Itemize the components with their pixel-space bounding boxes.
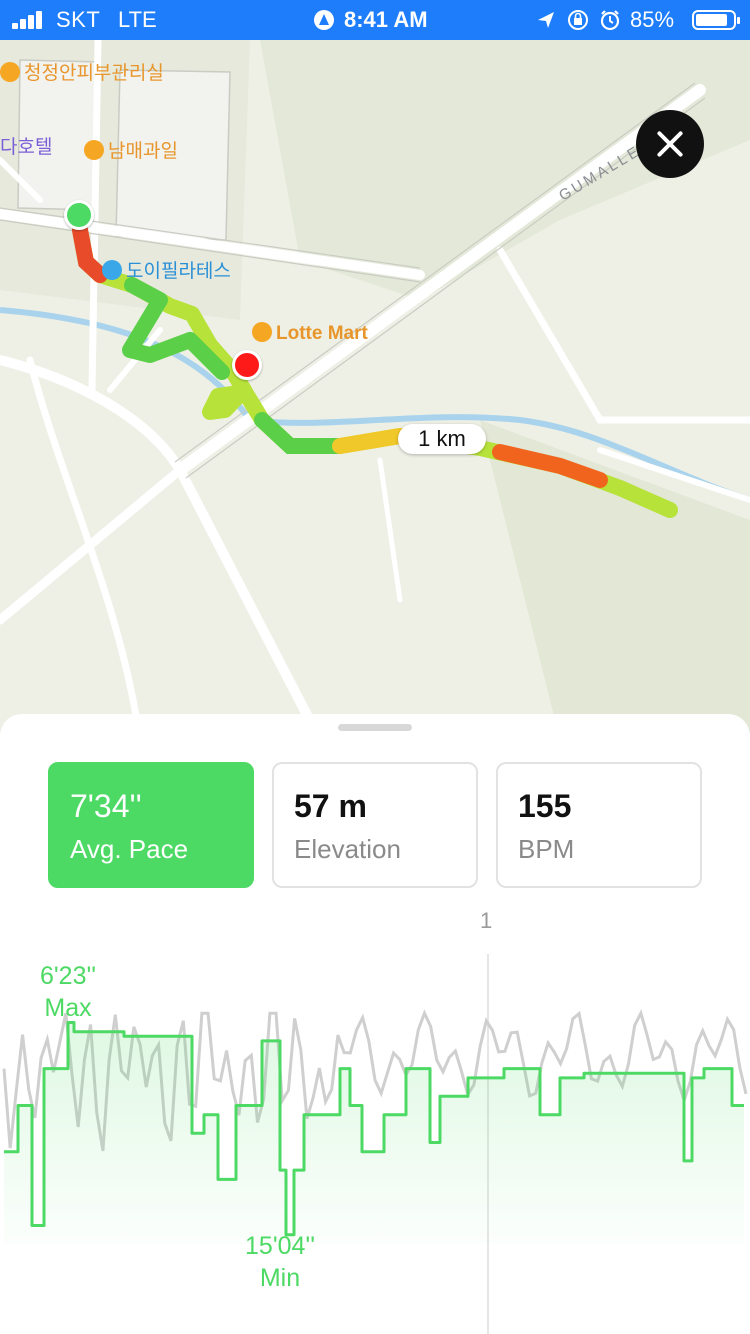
battery-icon	[692, 10, 740, 30]
pace-area	[4, 1022, 744, 1244]
alarm-icon	[600, 10, 620, 31]
location-icon	[538, 12, 554, 28]
poi-label[interactable]: Lotte Mart	[252, 322, 368, 345]
carrier-name: SKT	[56, 7, 101, 32]
status-icons	[538, 10, 620, 31]
min-pace-value: 15'04''	[245, 1232, 315, 1260]
sheet-grabber[interactable]	[338, 724, 412, 731]
stat-label: Elevation	[294, 834, 401, 864]
stat-value: 155	[518, 788, 572, 824]
navigation-icon	[314, 10, 334, 30]
stat-label: Avg. Pace	[70, 834, 189, 864]
max-pace-value: 6'23''	[39, 962, 97, 990]
poi-label[interactable]: 남매과일	[84, 136, 178, 163]
network-type: LTE	[118, 7, 157, 32]
dumbbell-icon	[102, 260, 122, 280]
battery-percentage: 85%	[630, 7, 675, 32]
end-pin[interactable]	[232, 350, 262, 380]
start-pin[interactable]	[64, 200, 94, 230]
stat-value: 7'34''	[70, 788, 142, 824]
shopping-bag-icon	[252, 322, 272, 342]
max-pace-annotation: 6'23'' Max	[20, 960, 116, 1024]
stat-card-bpm[interactable]: 155 BPM	[496, 762, 702, 888]
max-pace-label: Max	[44, 994, 92, 1022]
pace-chart[interactable]: 1 6'23'' Max 15'04'' Min	[0, 904, 750, 1334]
stat-value: 57 m	[294, 788, 367, 824]
basket-icon	[84, 140, 104, 160]
signal-strength-icon	[12, 11, 48, 29]
stat-label: BPM	[518, 834, 575, 864]
poi-label[interactable]: 도이필라테스	[102, 256, 231, 283]
min-pace-annotation: 15'04'' Min	[224, 1230, 336, 1294]
route-map[interactable]: 청정안피부관리실 다호텔 남매과일 도이필라테스 Lotte Mart GUMA…	[0, 40, 750, 740]
poi-label[interactable]: 청정안피부관리실	[0, 58, 164, 85]
clock: 8:41 AM	[344, 7, 428, 32]
stat-card-elevation[interactable]: 57 m Elevation	[272, 762, 478, 888]
status-bar: SKT LTE 8:41 AM 85%	[0, 0, 750, 40]
close-button[interactable]	[636, 110, 704, 178]
poi-label[interactable]: 다호텔	[0, 132, 52, 159]
spa-icon	[0, 62, 20, 82]
stat-card-avg-pace[interactable]: 7'34'' Avg. Pace	[48, 762, 254, 888]
min-pace-label: Min	[259, 1264, 301, 1292]
stats-sheet: 7'34'' Avg. Pace 57 m Elevation 155 BPM …	[0, 714, 750, 1334]
distance-marker: 1 km	[398, 424, 486, 454]
orientation-lock-icon	[568, 10, 588, 30]
